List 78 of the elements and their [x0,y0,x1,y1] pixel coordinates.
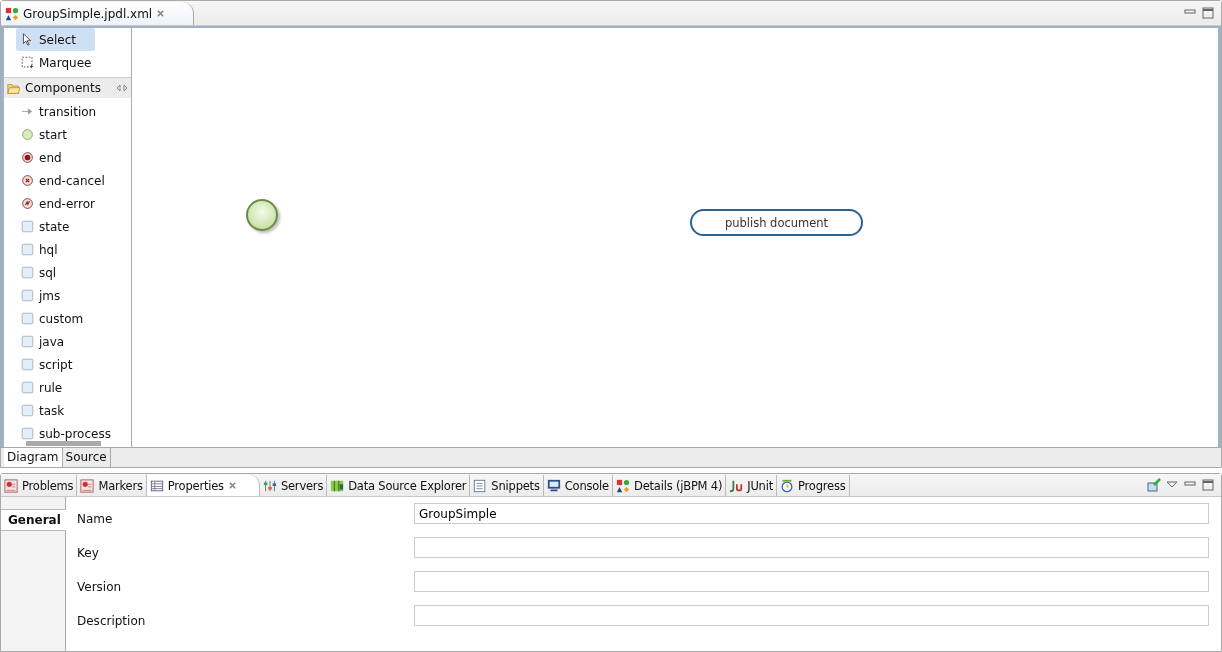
close-icon[interactable] [156,9,166,18]
palette-item[interactable]: rule [4,376,131,399]
circle-icon [21,128,34,141]
rectangle-icon [21,335,34,348]
palette-tool[interactable]: Select [16,28,95,51]
drawer-header[interactable]: Components [4,77,131,98]
table-icon [149,478,164,493]
palette-item[interactable]: java [4,330,131,353]
rectangle-icon [21,289,34,302]
maximize-icon[interactable] [1201,6,1215,20]
view-tab[interactable]: Properties [146,475,260,496]
palette-item[interactable]: hql [4,238,131,261]
text-field[interactable] [414,571,1209,592]
rectangle-icon [21,312,34,325]
pointer-icon [21,33,34,46]
rectangle-icon [21,358,34,371]
marquee-icon [21,56,34,69]
view-tab[interactable]: Details (jBPM 4) [613,475,727,496]
palette-item[interactable]: jms [4,284,131,307]
palette-item[interactable]: task [4,399,131,422]
rectangle-icon [21,220,34,233]
sliders-icon [262,478,277,493]
junit-icon [729,478,744,493]
shapes-icon [616,478,630,493]
palette-item[interactable]: end-cancel [4,169,131,192]
view-tab[interactable]: Problems [1,475,78,496]
end-circle-icon [21,151,34,164]
shapes-icon [5,6,19,21]
error-circle-icon [21,197,34,210]
view-tab[interactable]: Servers [259,475,328,496]
text-field[interactable]: GroupSimple [414,503,1209,524]
rectangle-icon [21,266,34,279]
palette-item[interactable]: end [4,146,131,169]
folder-icon [7,81,20,95]
view-tab[interactable]: JUnit [726,475,777,496]
document-icon [473,478,488,493]
rectangle-icon [21,404,34,417]
pin-icon[interactable] [116,84,128,92]
view-tab[interactable]: Progress [777,475,850,496]
palette-item[interactable]: start [4,123,131,146]
view-tab[interactable]: Data Source Explorer [327,475,471,496]
editor-mode-tab[interactable]: Diagram [4,448,63,467]
rectangle-icon [21,427,34,440]
palette-item[interactable]: state [4,215,131,238]
map-icon [330,478,345,493]
field-label: Key [77,545,100,560]
cancel-circle-icon [21,174,34,187]
clock-icon [780,478,794,493]
tab-title: GroupSimple.jpdl.xml [23,6,153,21]
palette-item[interactable]: end-error [4,192,131,215]
palette-tool[interactable]: Marquee [16,51,95,74]
monitor-icon [546,478,561,493]
pin-view-icon[interactable] [1147,478,1161,492]
palette-item[interactable]: custom [4,307,131,330]
rectangle-icon [21,381,34,394]
text-field[interactable] [414,537,1209,558]
task-node[interactable]: publish document [690,209,863,236]
field-label: Description [77,613,147,628]
section-tab[interactable]: General [1,509,66,531]
field-label: Version [77,579,123,594]
view-tab[interactable]: Snippets [470,475,544,496]
view-tab[interactable]: Console [543,475,613,496]
maximize-icon[interactable] [1201,478,1215,492]
editor-tab[interactable]: GroupSimple.jpdl.xml [1,2,195,25]
view-tab[interactable]: Markers [77,475,147,496]
arrow-icon [21,105,34,118]
close-icon[interactable] [227,481,237,490]
palette-item[interactable]: script [4,353,131,376]
editor-mode-tab[interactable]: Source [62,448,111,467]
warning-list-icon [4,478,18,493]
palette-item[interactable]: transition [4,100,131,123]
start-node[interactable] [246,199,278,231]
palette-item[interactable]: sub-process [4,422,131,445]
field-label: Name [77,511,114,526]
warning-list-icon [80,478,95,493]
palette-item[interactable]: sql [4,261,131,284]
rectangle-icon [21,243,34,256]
text-field[interactable] [414,605,1209,626]
